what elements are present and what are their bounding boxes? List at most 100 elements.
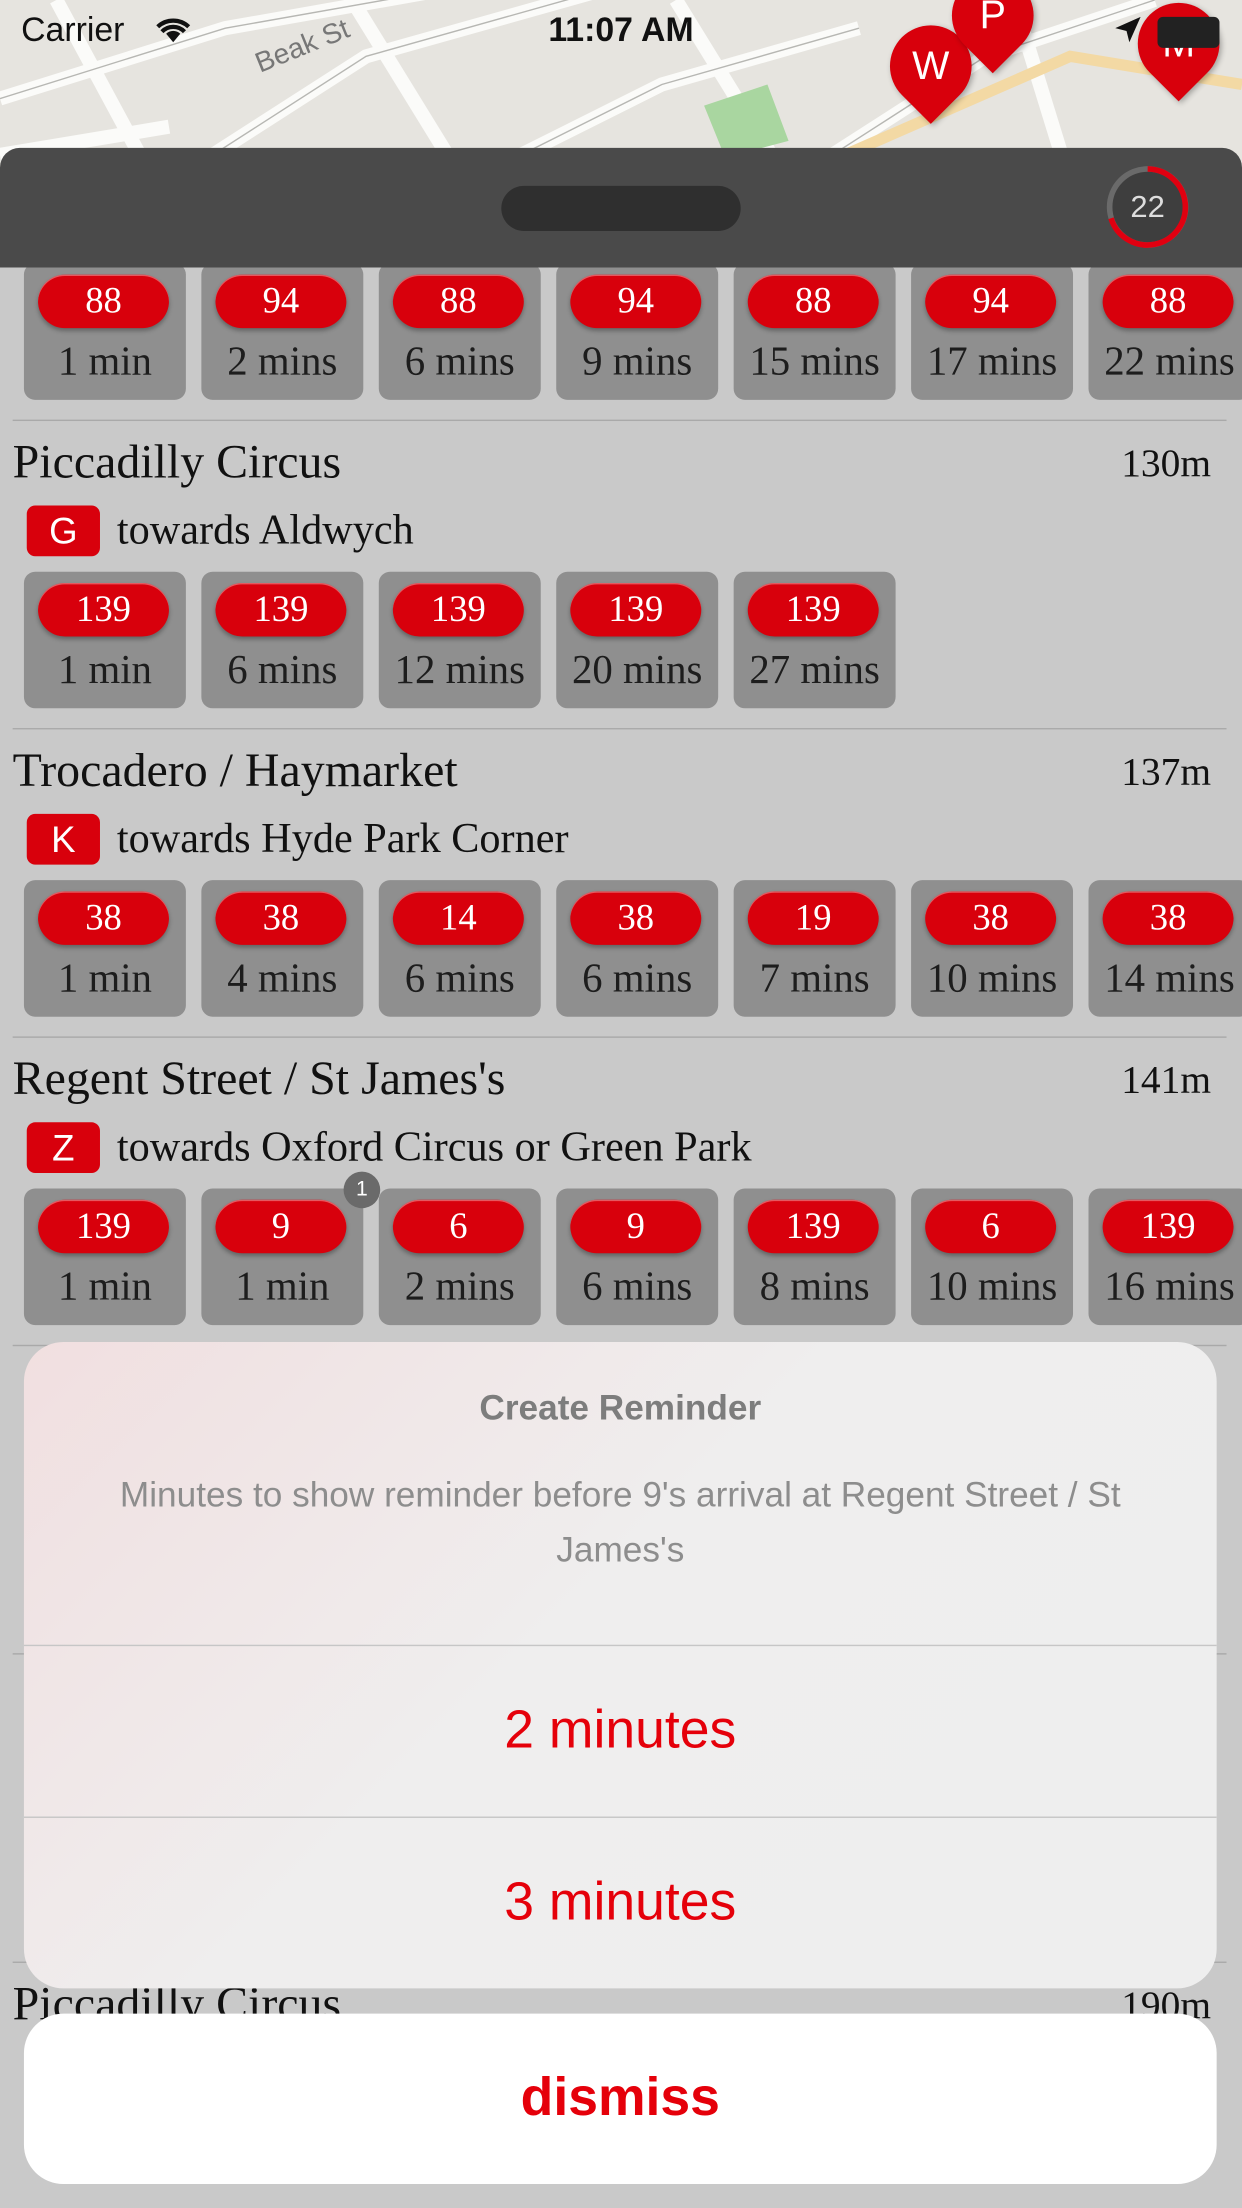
eta-label: 2 mins [404, 1264, 515, 1310]
stop-letter-badge: K [26, 813, 100, 865]
arrival-chip[interactable]: 38 14 mins [1088, 880, 1242, 1017]
route-badge: 94 [925, 274, 1057, 329]
route-badge: 139 [215, 582, 347, 637]
route-badge: 19 [747, 891, 879, 945]
stop-direction: K towards Hyde Park Corner [26, 813, 569, 865]
direction-label: towards Hyde Park Corner [116, 815, 569, 862]
route-badge: 9 [215, 1199, 347, 1254]
route-badge: 139 [747, 582, 879, 637]
arrival-chip[interactable]: 38 6 mins [556, 880, 719, 1017]
eta-label: 8 mins [759, 1264, 870, 1310]
dialog-title: Create Reminder [479, 1388, 762, 1428]
eta-label: 6 mins [404, 956, 515, 1002]
route-badge: 38 [925, 891, 1057, 945]
arrival-chip[interactable]: 38 10 mins [911, 880, 1074, 1017]
arrival-chip[interactable]: 94 2 mins [201, 267, 364, 400]
dismiss-button[interactable]: dismiss [23, 2013, 1217, 2185]
arrival-chip[interactable]: 14 6 mins [378, 880, 541, 1017]
divider [12, 419, 1227, 422]
eta-label: 1 min [235, 1264, 330, 1310]
eta-label: 9 mins [582, 339, 693, 385]
eta-label: 15 mins [749, 339, 880, 385]
arrival-chip[interactable]: 88 22 mins [1088, 267, 1242, 400]
arrival-row: 88 1 min 94 2 mins 88 6 mins 94 9 mins 88 15 … [23, 267, 1242, 400]
arrival-chip[interactable]: 139 16 mins [1088, 1188, 1242, 1326]
arrival-row: 139 1 min 9 1 min 1 6 2 mins 9 6 mins 139 8 mi… [23, 1171, 1242, 1326]
arrival-row: 38 1 min 38 4 mins 14 6 mins 38 6 mins 19 7 m… [23, 880, 1242, 1017]
arrival-chip[interactable]: 88 6 mins [378, 267, 541, 400]
route-badge: 38 [570, 891, 702, 945]
arrival-chip[interactable]: 139 1 min [23, 571, 186, 709]
eta-label: 10 mins [926, 1264, 1058, 1310]
arrival-chip[interactable]: 139 6 mins [201, 571, 364, 709]
eta-label: 17 mins [926, 339, 1058, 385]
eta-label: 6 mins [582, 956, 693, 1002]
route-badge: 14 [392, 891, 524, 945]
eta-label: 27 mins [749, 647, 880, 693]
stop-distance: 137m [1121, 750, 1212, 795]
stop-name[interactable]: Trocadero / Haymarket [13, 745, 458, 799]
route-badge: 9 [570, 1199, 702, 1254]
arrival-chip[interactable]: 38 4 mins [201, 880, 364, 1017]
stop-distance: 141m [1121, 1058, 1212, 1103]
route-badge: 38 [38, 891, 169, 945]
stop-name[interactable]: Regent Street / St James's [13, 1053, 506, 1107]
arrival-chip[interactable]: 139 8 mins [733, 1188, 896, 1326]
location-arrow-icon [1115, 16, 1141, 43]
arrival-chip[interactable]: 6 2 mins [378, 1188, 541, 1326]
arrival-chip[interactable]: 9 1 min 1 [201, 1171, 381, 1326]
route-badge: 88 [747, 274, 879, 329]
option-3-minutes-button[interactable]: 3 minutes [24, 1818, 1217, 1988]
stop-name[interactable]: Piccadilly Circus [13, 437, 341, 491]
arrival-chip[interactable]: 38 1 min [23, 880, 186, 1017]
eta-label: 12 mins [394, 647, 526, 693]
refresh-countdown: 22 [1130, 188, 1165, 224]
route-badge: 139 [38, 582, 169, 637]
route-badge: 94 [570, 274, 702, 329]
route-badge: 139 [570, 582, 702, 637]
eta-label: 14 mins [1104, 956, 1235, 1002]
route-badge: 139 [392, 582, 524, 637]
stop-direction: G towards Aldwych [26, 505, 414, 557]
eta-label: 1 min [57, 956, 152, 1002]
drag-handle[interactable] [501, 185, 741, 231]
sheet-header[interactable]: 22 [0, 147, 1242, 268]
eta-label: 2 mins [227, 339, 338, 385]
arrival-chip[interactable]: 88 1 min [23, 267, 186, 400]
route-badge: 88 [392, 274, 524, 329]
eta-label: 7 mins [759, 956, 870, 1002]
arrival-chip[interactable]: 139 1 min [23, 1188, 186, 1326]
route-badge: 6 [925, 1199, 1057, 1254]
eta-label: 22 mins [1104, 339, 1235, 385]
route-badge: 94 [215, 274, 347, 329]
route-badge: 139 [38, 1199, 169, 1254]
arrival-chip[interactable]: 88 15 mins [733, 267, 896, 400]
route-badge: 139 [1102, 1199, 1234, 1254]
route-badge: 6 [392, 1199, 524, 1254]
arrival-chip[interactable]: 94 17 mins [911, 267, 1074, 400]
divider [12, 728, 1227, 730]
eta-label: 16 mins [1104, 1264, 1235, 1310]
eta-label: 1 min [57, 647, 152, 693]
stop-letter-badge: G [26, 505, 100, 557]
arrival-chip[interactable]: 19 7 mins [733, 880, 896, 1017]
arrival-chip[interactable]: 139 12 mins [378, 571, 541, 709]
option-2-minutes-button[interactable]: 2 minutes [24, 1646, 1217, 1816]
route-badge: 38 [1102, 891, 1234, 945]
route-badge: 139 [747, 1199, 879, 1254]
arrival-chip[interactable]: 139 27 mins [733, 571, 896, 709]
direction-label: towards Oxford Circus or Green Park [116, 1123, 752, 1171]
arrival-chip[interactable]: 6 10 mins [911, 1188, 1074, 1326]
status-bar: Carrier 11:07 AM [0, 0, 1242, 62]
arrival-chip[interactable]: 139 20 mins [556, 571, 719, 709]
route-badge: 38 [215, 891, 347, 945]
stop-direction: Z towards Oxford Circus or Green Park [26, 1122, 752, 1173]
arrival-chip[interactable]: 94 9 mins [556, 267, 719, 400]
eta-label: 10 mins [926, 956, 1058, 1002]
eta-label: 1 min [57, 339, 152, 385]
eta-label: 6 mins [227, 647, 338, 693]
eta-label: 6 mins [582, 1264, 693, 1310]
direction-label: towards Aldwych [116, 506, 414, 554]
eta-label: 6 mins [404, 339, 515, 385]
arrival-chip[interactable]: 9 6 mins [556, 1188, 719, 1326]
